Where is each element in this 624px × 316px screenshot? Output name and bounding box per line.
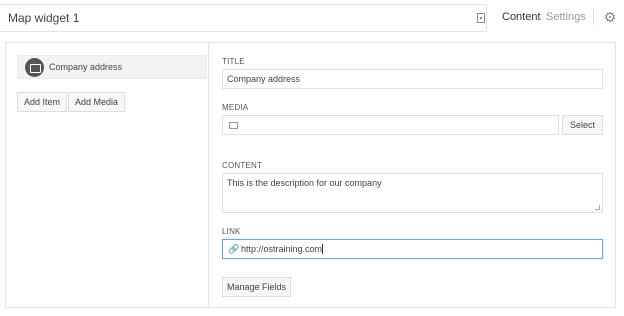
- list-item-label: Company address: [49, 62, 123, 72]
- title-label: TITLE: [222, 57, 245, 66]
- header-divider: [593, 9, 594, 25]
- image-icon: [25, 58, 44, 77]
- items-sidebar: Company address Add Item Add Media: [6, 43, 209, 307]
- tab-settings[interactable]: Settings: [546, 11, 586, 23]
- tab-content[interactable]: Content: [502, 11, 541, 23]
- resize-handle-icon[interactable]: [595, 205, 600, 210]
- link-field[interactable]: 🔗 http://ostraining.com: [222, 239, 603, 259]
- link-label: LINK: [222, 227, 241, 236]
- media-label: MEDIA: [222, 103, 249, 112]
- add-item-button[interactable]: Add Item: [17, 92, 67, 112]
- widget-title-input[interactable]: Map widget 1: [8, 11, 79, 25]
- link-icon: 🔗: [228, 244, 240, 254]
- item-form: TITLE Company address MEDIA Select CONTE…: [222, 43, 606, 307]
- widget-title-bar: Map widget 1: [0, 4, 487, 32]
- content-textarea[interactable]: This is the description for our company: [222, 173, 603, 213]
- gear-icon[interactable]: ⚙: [603, 10, 617, 24]
- media-field[interactable]: [222, 115, 559, 135]
- text-caret: [322, 244, 324, 254]
- add-media-button[interactable]: Add Media: [68, 92, 125, 112]
- content-label: CONTENT: [222, 161, 263, 170]
- image-icon: [229, 122, 238, 129]
- expand-icon[interactable]: [477, 13, 485, 23]
- content-value: This is the description for our company: [227, 178, 382, 188]
- list-item[interactable]: Company address: [17, 55, 207, 79]
- widget-content-panel: Company address Add Item Add Media TITLE…: [5, 42, 616, 308]
- select-media-button[interactable]: Select: [562, 115, 603, 135]
- link-value: http://ostraining.com: [241, 244, 323, 254]
- manage-fields-button[interactable]: Manage Fields: [222, 277, 291, 297]
- title-field[interactable]: Company address: [222, 69, 603, 89]
